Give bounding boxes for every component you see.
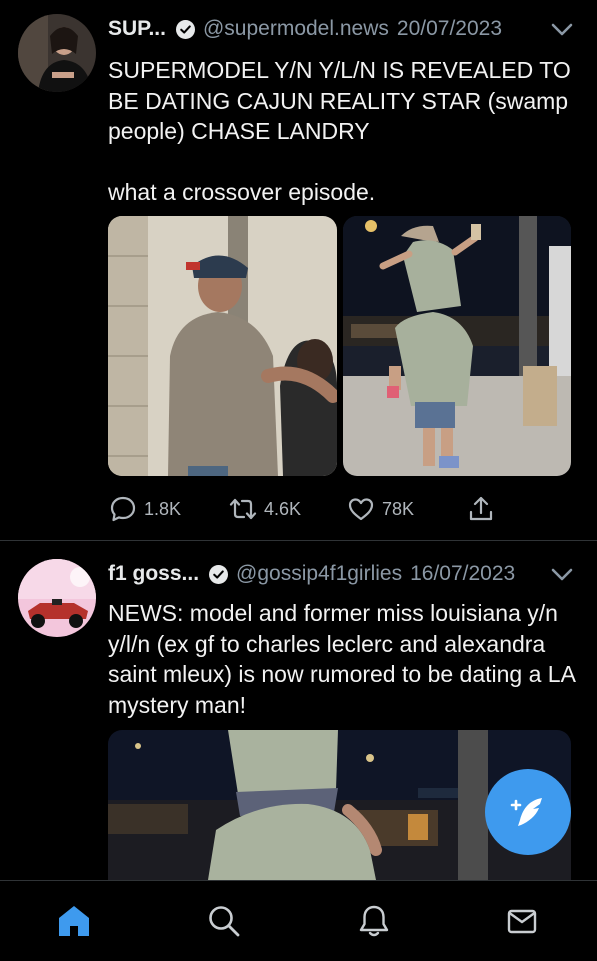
avatar[interactable] [18,559,96,637]
tweet-actions: 1.8K 4.6K 78K [108,494,508,526]
tweet-text: NEWS: model and former miss louisiana y/… [108,600,575,718]
handle[interactable]: @gossip4f1girlies [236,562,402,586]
display-name[interactable]: f1 goss... [108,562,199,586]
retweet-icon [229,498,257,520]
tweet-image-couple[interactable] [108,216,337,476]
chevron-down-icon[interactable] [551,23,573,37]
tweet-text: SUPERMODEL Y/N Y/L/N IS REVEALED TO BE D… [108,57,571,205]
home-icon[interactable] [56,903,92,939]
heart-icon [348,498,374,521]
tweet-header: SUP... @supermodel.news 20/07/2023 [108,17,502,41]
handle[interactable]: @supermodel.news [203,17,389,41]
notifications-icon[interactable] [356,903,392,939]
share-icon [469,496,493,521]
compose-tweet-button[interactable] [485,769,571,855]
like-button[interactable]: 78K [346,494,414,524]
display-name[interactable]: SUP... [108,17,166,41]
messages-icon[interactable] [504,903,540,939]
compose-feather-icon [510,798,542,826]
tweet-header: f1 goss... @gossip4f1girlies 16/07/2023 [108,562,515,586]
tweet-image-piggyback[interactable] [343,216,571,476]
like-count: 78K [382,498,415,519]
reply-count: 1.8K [144,498,182,519]
chevron-down-icon[interactable] [551,568,573,582]
tweet-supermodel-news[interactable]: SUP... @supermodel.news 20/07/2023 SUPER… [0,0,597,540]
retweet-count: 4.6K [264,498,302,519]
search-icon[interactable] [206,903,242,939]
bottom-tab-bar [0,880,597,961]
verified-badge-icon [209,564,229,584]
reply-icon [110,496,136,522]
reply-button[interactable]: 1.8K [108,494,181,524]
share-button[interactable] [466,494,502,524]
tweet-date: 16/07/2023 [410,562,516,585]
avatar[interactable] [18,14,96,92]
verified-badge-icon [175,19,195,39]
retweet-button[interactable]: 4.6K [228,494,301,524]
tweet-date: 20/07/2023 [396,17,502,40]
